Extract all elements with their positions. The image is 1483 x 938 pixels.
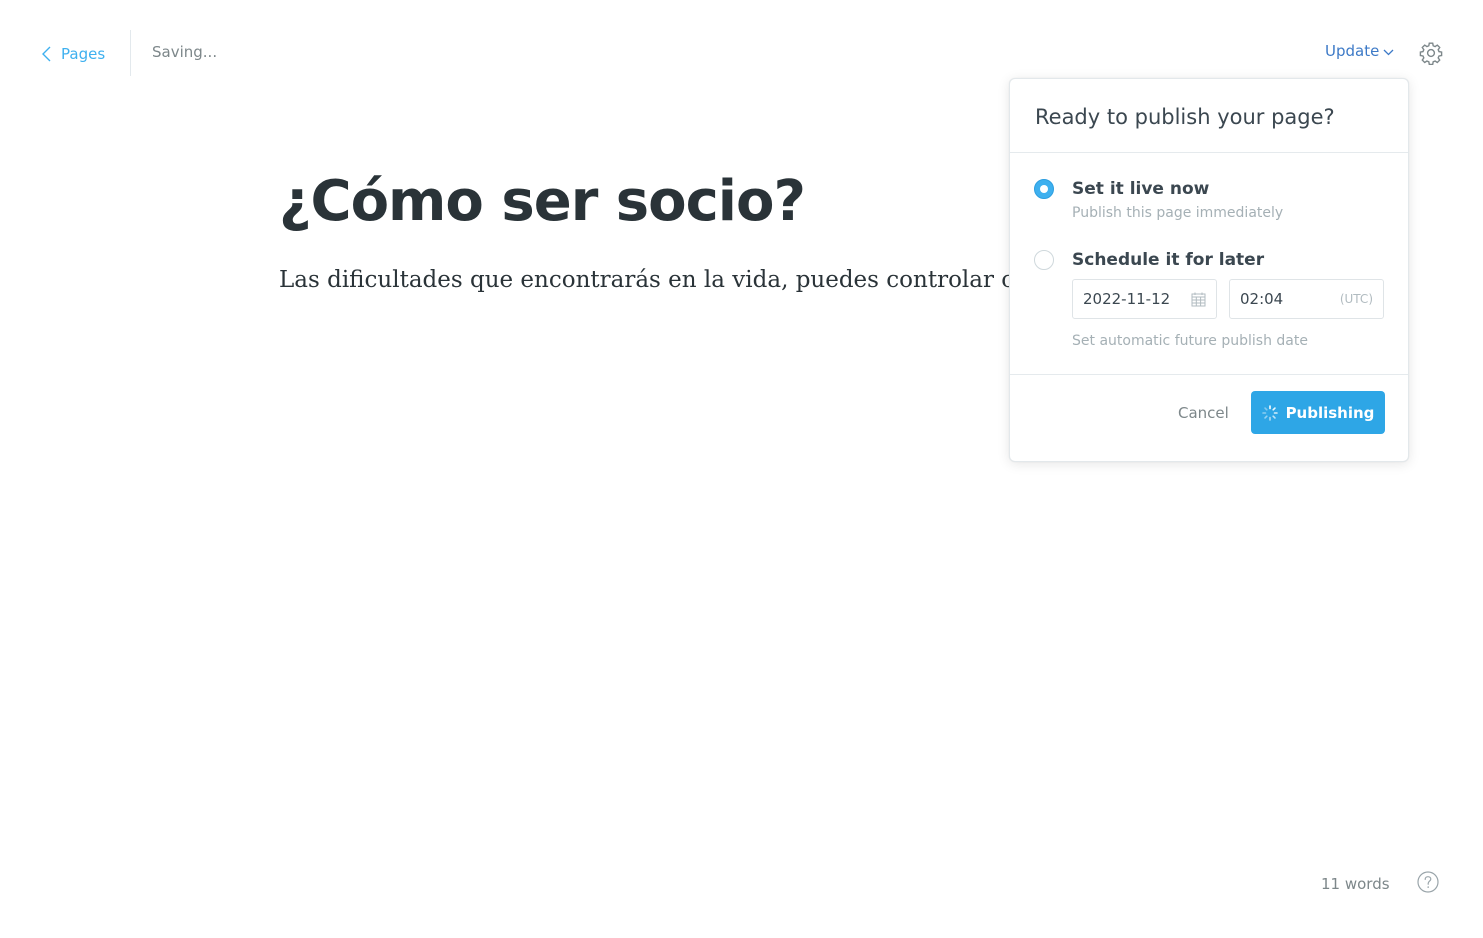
save-status: Saving... [152, 43, 218, 61]
settings-button[interactable] [1419, 41, 1443, 66]
option-schedule-later[interactable]: Schedule it for later [1034, 250, 1264, 270]
publish-popover-heading: Ready to publish your page? [1010, 79, 1408, 153]
publish-options: Set it live now Publish this page immedi… [1010, 153, 1408, 375]
spinner-icon [1261, 404, 1278, 421]
schedule-later-radio[interactable] [1034, 250, 1054, 270]
back-link-label: Pages [61, 45, 106, 63]
publish-popover-footer: Cancel Publishing [1010, 375, 1408, 461]
publish-button[interactable]: Publishing [1251, 391, 1385, 434]
update-label: Update [1325, 42, 1380, 60]
cancel-button[interactable]: Cancel [1178, 404, 1229, 422]
help-button[interactable] [1417, 871, 1439, 893]
chevron-down-icon [1383, 49, 1394, 55]
schedule-later-label: Schedule it for later [1072, 250, 1265, 270]
word-count: 11 words [1321, 875, 1390, 893]
help-icon [1417, 871, 1439, 893]
back-to-pages-link[interactable]: Pages [42, 42, 105, 66]
timezone-label: (UTC) [1339, 292, 1373, 306]
chevron-left-icon [42, 46, 51, 62]
publish-now-radio[interactable] [1034, 179, 1054, 199]
publish-popover: Ready to publish your page? Set it live … [1009, 78, 1409, 462]
gear-icon [1419, 42, 1443, 66]
calendar-icon[interactable] [1191, 292, 1206, 307]
publish-now-hint: Publish this page immediately [1072, 205, 1284, 221]
update-menu-button[interactable]: Update [1325, 42, 1394, 60]
time-value: 02:04 [1240, 290, 1284, 308]
topbar-divider [130, 30, 131, 76]
date-input[interactable]: 2022-11-12 [1072, 279, 1217, 319]
date-value: 2022-11-12 [1083, 290, 1171, 308]
time-input[interactable]: 02:04 (UTC) [1229, 279, 1384, 319]
option-publish-now[interactable]: Set it live now Publish this page immedi… [1034, 179, 1283, 221]
publish-now-label: Set it live now [1072, 179, 1210, 199]
publish-button-label: Publishing [1285, 403, 1375, 422]
schedule-hint: Set automatic future publish date [1072, 333, 1308, 349]
schedule-datetime-row: 2022-11-12 02:04 (UTC) [1072, 279, 1384, 319]
